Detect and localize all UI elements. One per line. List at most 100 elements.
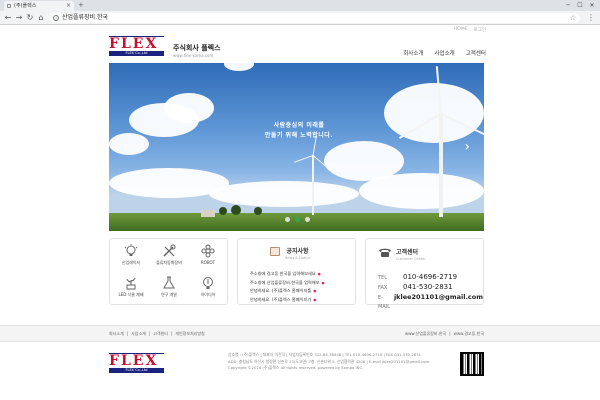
fax-label: FAX: [378, 285, 388, 291]
service-item[interactable]: 연구 개발: [150, 276, 188, 298]
footer-info: 상호명 : (주)플렉스 | 대표자 이진덕 | 사업자등록번호 312-86-…: [228, 352, 456, 372]
prev-slide-icon[interactable]: ‹: [123, 139, 129, 155]
reload-icon[interactable]: ↻: [25, 13, 35, 23]
footer-separator: |: [170, 331, 173, 336]
house: [201, 210, 215, 217]
contact-header: 고객센터 Customer Center: [396, 247, 426, 261]
tel-row: TEL 010-4696-2719: [378, 273, 483, 283]
service-label: LED 식물 재배: [118, 292, 144, 297]
tree: [231, 205, 241, 215]
service-item[interactable]: ROBOT: [189, 244, 227, 265]
page-icon: [7, 4, 11, 8]
new-tab-button[interactable]: +: [78, 2, 88, 9]
footer-separator: |: [449, 331, 451, 336]
home-link[interactable]: HOME: [454, 27, 468, 33]
notice-item-text: 안녕하세요. (주)플렉스 홈페이지가: [250, 296, 312, 302]
next-slide-icon[interactable]: ›: [464, 139, 470, 155]
footer-link-privacy[interactable]: 개인정보처리방침: [175, 331, 204, 337]
footer-domain-links: www.산업플류장비.한국 | www.경고등.한국: [405, 331, 484, 337]
contact-details: TEL 010-4696-2719 FAX 041-530-2831 E-MAIL j…: [378, 273, 483, 312]
footer-links: 회사소개 | 사업소개 | 고객센터 | 개인정보처리방침: [109, 331, 205, 337]
notice-item-text: 주소창에 산업플류장비.한국을 입력해보: [250, 279, 320, 285]
site-logo[interactable]: FLEX FLEX Co.,Ltd: [109, 36, 164, 58]
notice-item[interactable]: 안녕하세요. (주)플렉스 홈페이지가 ●: [250, 296, 350, 305]
footer-domain-link[interactable]: www.산업플류장비.한국: [405, 331, 446, 337]
new-badge: ●: [313, 289, 317, 293]
footer-link-business[interactable]: 사업소개: [131, 331, 146, 337]
hero-caption: 사람중심의 미래를 만들기 위해 노력합니다.: [249, 121, 349, 141]
nav-item-support[interactable]: 고객센터: [466, 49, 486, 57]
footer-link-about[interactable]: 회사소개: [109, 331, 124, 337]
back-arrow-icon[interactable]: ←: [3, 13, 13, 23]
close-window-button[interactable]: ✕: [586, 0, 598, 11]
new-badge: ●: [321, 280, 325, 285]
hero-slider: 사람중심의 미래를 만들기 위해 노력합니다. ‹ ›: [109, 63, 484, 231]
email-row: E-MAIL jklee201101@gmail.com: [378, 293, 483, 312]
browser-menu-icon[interactable]: ⋮: [587, 13, 595, 23]
flask-icon: [163, 276, 175, 289]
home-icon[interactable]: ⌂: [36, 13, 46, 23]
browser-tabbar: (주)플렉스 × + ─ ☐ ✕: [0, 0, 600, 11]
cloud: [224, 63, 254, 71]
minimize-button[interactable]: ─: [562, 0, 574, 11]
nav-item-business[interactable]: 사업소개: [435, 49, 455, 57]
url-input[interactable]: i 산업플류장비.한국 ☆: [50, 13, 580, 23]
main-nav: 회사소개 사업소개 고객센터: [403, 49, 486, 57]
footer-separator: |: [126, 331, 129, 336]
logo-subtext: FLEX Co.,Ltd: [109, 368, 164, 373]
plant-icon: [126, 277, 136, 290]
browser-tab[interactable]: (주)플렉스 ×: [4, 1, 74, 11]
service-item[interactable]: LED 식물 재배: [112, 276, 150, 298]
address-bar: ← → ↻ ⌂ i 산업플류장비.한국 ☆ ⋮: [0, 11, 600, 25]
maximize-button[interactable]: ☐: [574, 0, 586, 11]
service-label: 산업레이저: [121, 260, 141, 265]
email-value[interactable]: jklee201101@gmail.com: [394, 293, 483, 302]
company-name: 주식회사 플렉스: [173, 44, 221, 52]
footer-info-line: Copyright ©2016 (주)플렉스 All rights reserv…: [228, 365, 364, 370]
bookmark-star-icon[interactable]: ☆: [570, 13, 576, 23]
service-label: ROBOT: [200, 260, 216, 265]
notice-item[interactable]: 주소창에 경고등 한국을 입력해보세요 ●: [250, 270, 350, 279]
phone-icon: [379, 248, 391, 257]
contact-panel: 고객센터 Customer Center TEL 010-4696-2719 FA…: [365, 238, 484, 310]
notice-item-text: 안녕하세요. (주)플렉스 홈페이지를: [250, 288, 312, 293]
tree: [254, 207, 262, 215]
qr-code: [460, 352, 484, 376]
footer-logo: FLEX FLEX Co.,Ltd: [109, 353, 164, 375]
tab-title: (주)플렉스: [14, 3, 37, 9]
notice-title[interactable]: 공지사항: [238, 246, 357, 255]
contact-subtitle: Customer Center: [396, 257, 426, 261]
wind-turbine-blade: [294, 155, 314, 163]
close-tab-icon[interactable]: ×: [66, 1, 71, 11]
forward-arrow-icon[interactable]: →: [14, 13, 24, 23]
notice-subtitle: News & Notice: [284, 256, 311, 260]
slide-dot[interactable]: [285, 217, 290, 222]
lightbulb-icon: [124, 244, 138, 256]
notice-item[interactable]: 주소창에 산업플류장비.한국을 입력해보 ●: [250, 279, 350, 288]
url-text: 산업플류장비.한국: [62, 14, 109, 21]
footer-domain-link[interactable]: www.경고등.한국: [454, 331, 484, 337]
service-label: 플류자동화장비: [156, 260, 182, 265]
service-item[interactable]: 아이디어: [189, 276, 227, 298]
notice-header: 공지사항 News & Notice: [238, 246, 357, 260]
notice-list: 주소창에 경고등 한국을 입력해보세요 ● 주소창에 산업플류장비.한국을 입력해…: [250, 270, 350, 304]
slide-dot[interactable]: [295, 217, 300, 222]
notice-item[interactable]: 안녕하세요. (주)플렉스 홈페이지를 ●: [250, 287, 350, 296]
fax-row: FAX 041-530-2831: [378, 283, 483, 293]
info-icon[interactable]: i: [53, 15, 59, 21]
logo-text: FLEX: [109, 353, 164, 369]
notice-panel: 공지사항 News & Notice 주소창에 경고등 한국을 입력해보세요 ● …: [237, 238, 356, 305]
flower-icon: [201, 244, 215, 258]
new-badge: ●: [317, 272, 321, 276]
service-label: 연구 개발: [161, 292, 177, 297]
notice-item-text: 주소창에 경고등 한국을 입력해보세요: [250, 271, 316, 276]
nav-item-about[interactable]: 회사소개: [403, 49, 423, 57]
footer-link-support[interactable]: 고객센터: [153, 331, 168, 337]
service-item[interactable]: 플류자동화장비: [150, 244, 188, 266]
login-link[interactable]: 로그인: [474, 27, 486, 33]
tel-label: TEL: [378, 275, 387, 281]
service-item[interactable]: 산업레이저: [112, 244, 150, 266]
slide-dot[interactable]: [305, 217, 310, 222]
cloud: [164, 93, 214, 123]
logo-subtext: FLEX Co.,Ltd: [109, 51, 164, 56]
